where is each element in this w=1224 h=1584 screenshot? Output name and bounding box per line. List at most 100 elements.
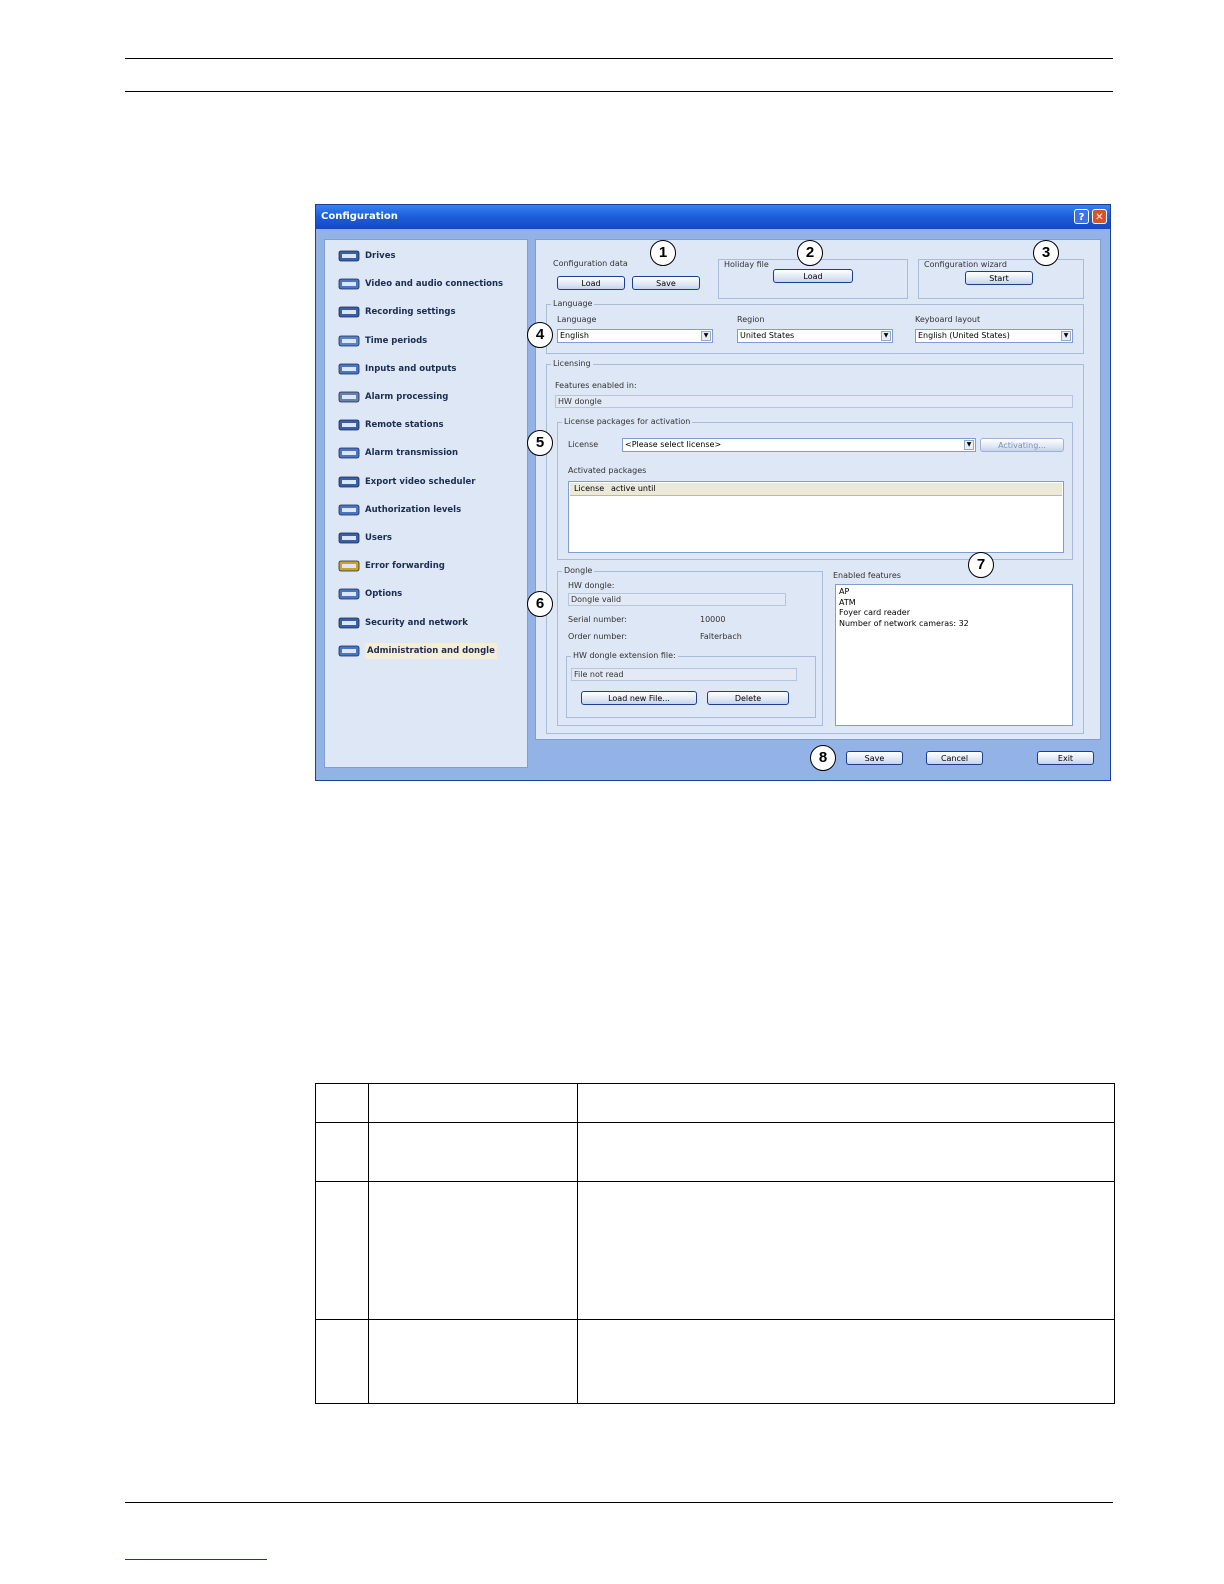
title-bar: Configuration ? ✕ — [316, 205, 1110, 229]
sidebar-item-inputs-and-outputs[interactable]: Inputs and outputs — [337, 358, 456, 380]
warning-icon — [337, 558, 361, 574]
list-item[interactable]: AP — [839, 587, 849, 597]
sidebar-item-label: Options — [365, 589, 403, 600]
video-connection-icon — [337, 276, 361, 292]
chevron-down-icon[interactable]: ▼ — [881, 331, 891, 341]
sidebar-item-label: Alarm processing — [365, 392, 449, 402]
keyboard-layout-select[interactable]: English (United States) ▼ — [915, 329, 1073, 343]
sidebar-item-export-video-scheduler[interactable]: Export video scheduler — [337, 471, 475, 493]
features-enabled-label: Features enabled in: — [555, 381, 637, 390]
callout-3: 3 — [1033, 240, 1059, 266]
table-cell — [368, 1083, 578, 1123]
sidebar-item-alarm-transmission[interactable]: Alarm transmission — [337, 442, 458, 464]
list-item[interactable]: Foyer card reader — [839, 608, 910, 618]
sidebar-item-label: Time periods — [365, 335, 428, 346]
callout-2: 2 — [797, 240, 823, 266]
extension-file-field: File not read — [571, 668, 797, 681]
callout-6: 6 — [527, 591, 553, 617]
wizard-start-button[interactable]: Start — [965, 271, 1033, 285]
table-row — [315, 1083, 1115, 1123]
close-button[interactable]: ✕ — [1092, 209, 1107, 224]
list-item[interactable]: ATM — [839, 598, 856, 608]
sidebar-item-alarm-processing[interactable]: Alarm processing — [337, 386, 448, 408]
gears-icon — [337, 389, 361, 405]
enabled-features-label: Enabled features — [833, 571, 901, 580]
language-select[interactable]: English ▼ — [557, 329, 713, 343]
list-item[interactable]: Number of network cameras: 32 — [839, 619, 969, 629]
delete-button[interactable]: Delete — [707, 691, 789, 705]
license-label: License — [568, 440, 599, 449]
sidebar-item-remote-stations[interactable]: Remote stations — [337, 414, 444, 436]
chevron-down-icon[interactable]: ▼ — [964, 440, 974, 450]
lock-icon — [337, 615, 361, 631]
order-number-label: Order number: — [568, 632, 628, 641]
sidebar-item-users[interactable]: Users — [337, 527, 392, 549]
holiday-load-button[interactable]: Load — [773, 269, 853, 283]
table-cell — [368, 1319, 578, 1404]
sidebar-item-administration-and-dongle[interactable]: Administration and dongle — [337, 640, 497, 662]
sidebar-item-error-forwarding[interactable]: Error forwarding — [337, 555, 445, 577]
recording-icon — [337, 304, 361, 320]
sidebar-item-label: Drives — [365, 251, 396, 261]
hw-dongle-field: Dongle valid — [568, 593, 786, 606]
config-data-group: Configuration data Load Save — [546, 255, 711, 293]
load-new-file-button[interactable]: Load new File... — [581, 691, 697, 705]
table-cell — [577, 1181, 1115, 1320]
config-save-button[interactable]: Save — [632, 276, 700, 290]
table-cell — [577, 1083, 1115, 1123]
sidebar-item-label: Alarm transmission — [365, 448, 459, 459]
description-table — [315, 1083, 1115, 1404]
config-data-title: Configuration data — [553, 259, 628, 268]
language-group: Language Language English ▼ Region Unite… — [546, 299, 1084, 354]
window-title: Configuration — [321, 211, 398, 222]
callout-7: 7 — [968, 552, 994, 578]
column-license[interactable]: License — [574, 483, 604, 495]
sidebar-item-label: Error forwarding — [365, 561, 445, 572]
io-icon — [337, 361, 361, 377]
header-rule-bottom — [125, 91, 1113, 92]
drive-icon — [337, 248, 361, 264]
table-cell — [315, 1319, 369, 1404]
monitor-icon — [337, 417, 361, 433]
chevron-down-icon[interactable]: ▼ — [1061, 331, 1071, 341]
sidebar-item-time-periods[interactable]: Time periods — [337, 330, 427, 352]
sidebar-item-drives[interactable]: Drives — [337, 245, 396, 267]
table-cell — [315, 1181, 369, 1320]
sidebar-item-recording-settings[interactable]: Recording settings — [337, 301, 456, 323]
dongle-group: Dongle HW dongle: Dongle valid Serial nu… — [557, 566, 823, 726]
network-icon — [337, 445, 361, 461]
table-cell — [315, 1083, 369, 1123]
sidebar-item-security-and-network[interactable]: Security and network — [337, 612, 468, 634]
table-row — [315, 1319, 1115, 1404]
callout-4: 4 — [527, 322, 553, 348]
license-packages-title: License packages for activation — [562, 417, 693, 426]
footer-cancel-button[interactable]: Cancel — [926, 751, 983, 765]
sidebar-nav: Drives Video and audio connections Recordi… — [324, 239, 528, 768]
hw-dongle-label: HW dongle: — [568, 581, 615, 590]
sidebar-item-video-and-audio-connections[interactable]: Video and audio connections — [337, 273, 503, 295]
region-select[interactable]: United States ▼ — [737, 329, 893, 343]
license-select[interactable]: <Please select license> ▼ — [622, 438, 976, 452]
licensing-group: Licensing Features enabled in: HW dongle… — [546, 359, 1084, 734]
help-button[interactable]: ? — [1074, 209, 1089, 224]
list-header: License active until — [570, 483, 1062, 496]
activated-packages-label: Activated packages — [568, 466, 647, 475]
language-label: Language — [557, 315, 597, 324]
config-load-button[interactable]: Load — [557, 276, 625, 290]
table-cell — [577, 1122, 1115, 1182]
footer-save-button[interactable]: Save — [846, 751, 903, 765]
holiday-file-title: Holiday file — [724, 260, 769, 269]
table-row — [315, 1181, 1115, 1320]
chevron-down-icon[interactable]: ▼ — [701, 331, 711, 341]
sidebar-item-authorization-levels[interactable]: Authorization levels — [337, 499, 461, 521]
license-packages-group: License packages for activation License … — [557, 417, 1073, 560]
speaker-icon — [337, 586, 361, 602]
activated-packages-list[interactable]: License active until — [568, 481, 1064, 553]
callout-1: 1 — [650, 240, 676, 266]
activating-button[interactable]: Activating... — [980, 438, 1064, 452]
sidebar-item-options[interactable]: Options — [337, 583, 402, 605]
sidebar-item-label: Inputs and outputs — [365, 363, 457, 374]
enabled-features-list[interactable]: AP ATM Foyer card reader Number of network … — [835, 584, 1073, 726]
footer-exit-button[interactable]: Exit — [1037, 751, 1094, 765]
column-active-until[interactable]: active until — [611, 483, 656, 495]
